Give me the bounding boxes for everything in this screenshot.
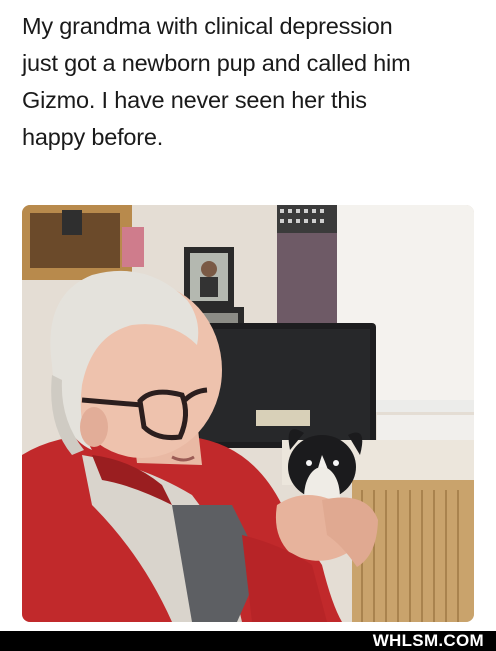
watermark-bar: WHLSM.COM bbox=[0, 631, 496, 651]
grandma-with-puppy-image bbox=[22, 205, 474, 622]
watermark-brand: WHLSM.COM bbox=[372, 631, 484, 650]
caption-line-1: My grandma with clinical depression bbox=[22, 13, 393, 39]
caption-line-3: Gizmo. I have never seen her this bbox=[22, 87, 367, 113]
caption-line-4: happy before. bbox=[22, 124, 164, 150]
post-photo bbox=[22, 205, 474, 622]
caption-line-2: just got a newborn pup and called him bbox=[22, 50, 411, 76]
post-caption: My grandma with clinical depression just… bbox=[22, 8, 482, 156]
